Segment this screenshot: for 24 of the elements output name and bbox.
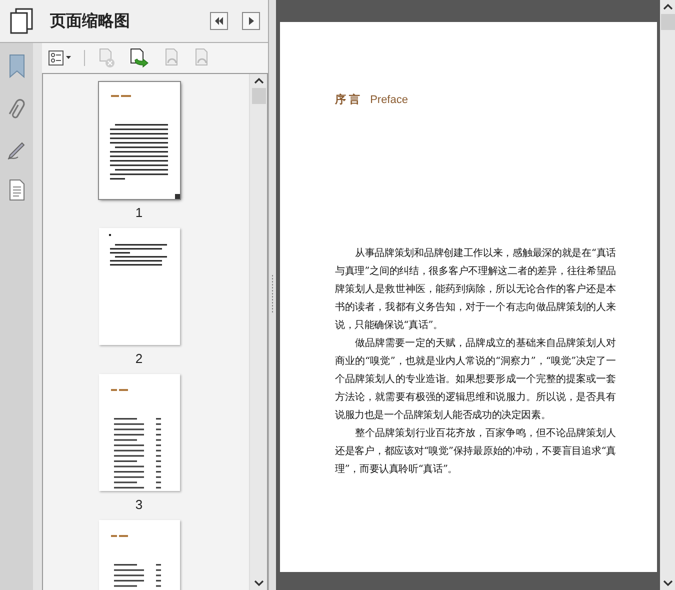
collapse-button[interactable] (210, 12, 228, 30)
insert-page-icon[interactable] (129, 48, 151, 68)
scrollbar-thumb[interactable] (660, 14, 674, 30)
page-thumbnail[interactable] (98, 228, 180, 345)
document-icon[interactable] (8, 179, 26, 201)
page-thumbnail[interactable] (98, 82, 180, 199)
chapter-heading-english: Preface (370, 94, 408, 106)
expand-button[interactable] (242, 12, 260, 30)
double-left-arrow-icon (214, 17, 224, 25)
page-number: 1 (135, 205, 143, 220)
chapter-heading: 序 言 (335, 92, 360, 107)
scrollbar-thumb[interactable] (252, 88, 266, 104)
page-number: 3 (135, 497, 143, 512)
body-paragraph: 做品牌需要一定的天赋，品牌成立的基础来自品牌策划人对商业的“嗅觉”，也就是业内人常说的“洞察力”，“嗅觉”决定了一个品牌策划人的专业造诣。如果想要形成一个完整的提案或一套方法论，就需要有极强的逻辑思维和说服力。所以说，是否具有说服力也是一个品牌策划人能否成功的决定因素。 (335, 336, 616, 423)
panel-title: 页面缩略图 (50, 11, 131, 32)
body-paragraph: 整个品牌策划行业百花齐放，百家争鸣，但不论品牌策划人还是客户，都应该对“嗅觉”保持最原始的冲动，不要盲目追求“真理”，而要认真聆听“真话”。 (335, 426, 616, 477)
body-paragraph: 从事品牌策划和品牌创建工作以来，感触最深的就是在“真话与真理”之间的纠结，很多客户不理解这二者的差异，往往希望品牌策划人是救世神医，能药到病除，所以无论合作的客户还是本书的读者，我都有义务告知，对于一个有志向做品牌策划的人来说，只能确保说“真话”。 (335, 246, 616, 333)
page-number: 2 (135, 351, 143, 366)
pages-icon[interactable] (8, 7, 36, 35)
paperclip-icon[interactable] (6, 97, 26, 121)
right-arrow-icon (247, 17, 255, 25)
page-thumbnail[interactable] (98, 374, 180, 491)
selection-handle[interactable] (174, 194, 180, 199)
options-menu-icon[interactable] (48, 50, 72, 66)
